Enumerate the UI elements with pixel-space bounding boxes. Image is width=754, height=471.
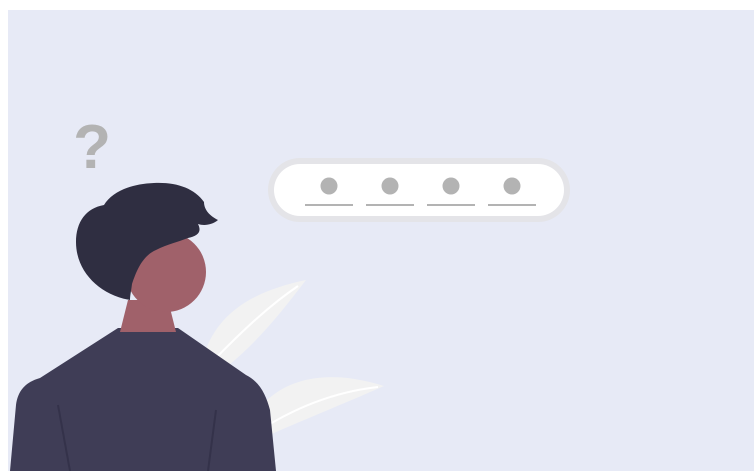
illustration-canvas: ? (8, 10, 754, 471)
confused-person-illustration: ? (8, 10, 754, 471)
pin-dot (442, 177, 460, 195)
pin-underline (305, 204, 353, 206)
pin-dot (381, 177, 399, 195)
pin-underline (488, 204, 536, 206)
pin-dot (320, 177, 338, 195)
question-mark-icon: ? (73, 113, 111, 182)
pin-field-surface (274, 164, 564, 216)
pin-dot (503, 177, 521, 195)
pin-entry-field (268, 158, 570, 222)
pin-underline (427, 204, 475, 206)
pin-underline (366, 204, 414, 206)
